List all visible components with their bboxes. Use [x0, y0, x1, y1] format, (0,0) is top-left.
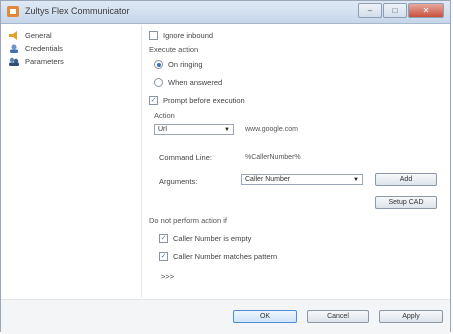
prompt-before-checkbox[interactable]: ✓ [149, 96, 158, 105]
sidebar-item-parameters[interactable]: Parameters [9, 55, 64, 67]
window-title: Zultys Flex Communicator [25, 6, 130, 16]
command-line-label: Command Line: [159, 153, 212, 162]
cancel-button[interactable]: Cancel [307, 310, 369, 323]
more-link[interactable]: >>> [161, 272, 174, 281]
caller-matches-row[interactable]: ✓ Caller Number matches pattern [159, 252, 277, 261]
command-line-value[interactable]: %CallerNumber% [245, 154, 301, 161]
execute-action-heading: Execute action [149, 45, 199, 54]
credentials-icon [9, 44, 19, 53]
dialog-window: Zultys Flex Communicator – □ ✕ General C… [0, 0, 451, 334]
on-ringing-radio[interactable] [154, 60, 163, 69]
sidebar-item-label: Credentials [25, 43, 63, 53]
ok-button[interactable]: OK [233, 310, 297, 323]
sidebar: General Credentials Parameters [9, 29, 139, 289]
sidebar-item-credentials[interactable]: Credentials [9, 42, 63, 54]
arguments-value: Caller Number [245, 176, 291, 183]
parameters-icon [9, 57, 19, 66]
arguments-label: Arguments: [159, 177, 198, 186]
ignore-inbound-row[interactable]: Ignore inbound [149, 31, 213, 40]
when-answered-label: When answered [168, 78, 223, 87]
when-answered-radio[interactable] [154, 78, 163, 87]
setup-cad-button[interactable]: Setup CAD [375, 196, 437, 209]
close-icon[interactable]: ✕ [408, 3, 444, 18]
caller-empty-label: Caller Number is empty [173, 234, 252, 243]
app-icon [7, 6, 19, 17]
action-url: www.google.com [245, 126, 298, 133]
not-perform-heading: Do not perform action if [149, 216, 227, 225]
sidebar-item-label: General [25, 30, 52, 40]
chevron-down-icon: ▼ [353, 177, 359, 183]
title-bar[interactable]: Zultys Flex Communicator – □ ✕ [1, 1, 450, 24]
prompt-before-row[interactable]: ✓ Prompt before execution [149, 96, 245, 105]
settings-panel: Ignore inbound Execute action On ringing… [149, 28, 444, 296]
button-bar: OK Cancel Apply [1, 299, 450, 334]
action-type-select[interactable]: Url ▼ [154, 124, 234, 135]
general-icon [9, 30, 19, 40]
when-answered-row[interactable]: When answered [154, 78, 222, 87]
caller-empty-row[interactable]: ✓ Caller Number is empty [159, 234, 251, 243]
on-ringing-label: On ringing [168, 60, 203, 69]
add-button[interactable]: Add [375, 173, 437, 186]
arguments-select[interactable]: Caller Number ▼ [241, 174, 363, 185]
maximize-icon[interactable]: □ [383, 3, 407, 18]
apply-button[interactable]: Apply [379, 310, 443, 323]
minimize-icon[interactable]: – [358, 3, 382, 18]
on-ringing-row[interactable]: On ringing [154, 60, 203, 69]
action-type-value: Url [158, 126, 167, 133]
caller-empty-checkbox[interactable]: ✓ [159, 234, 168, 243]
prompt-before-label: Prompt before execution [163, 96, 245, 105]
sidebar-divider [141, 25, 142, 297]
action-heading: Action [154, 111, 175, 120]
ignore-inbound-label: Ignore inbound [163, 31, 214, 40]
ignore-inbound-checkbox[interactable] [149, 31, 158, 40]
caller-matches-label: Caller Number matches pattern [173, 252, 278, 261]
sidebar-item-general[interactable]: General [9, 29, 52, 41]
caller-matches-checkbox[interactable]: ✓ [159, 252, 168, 261]
window-controls: – □ ✕ [357, 3, 444, 18]
chevron-down-icon: ▼ [224, 127, 230, 133]
sidebar-item-label: Parameters [25, 56, 64, 66]
